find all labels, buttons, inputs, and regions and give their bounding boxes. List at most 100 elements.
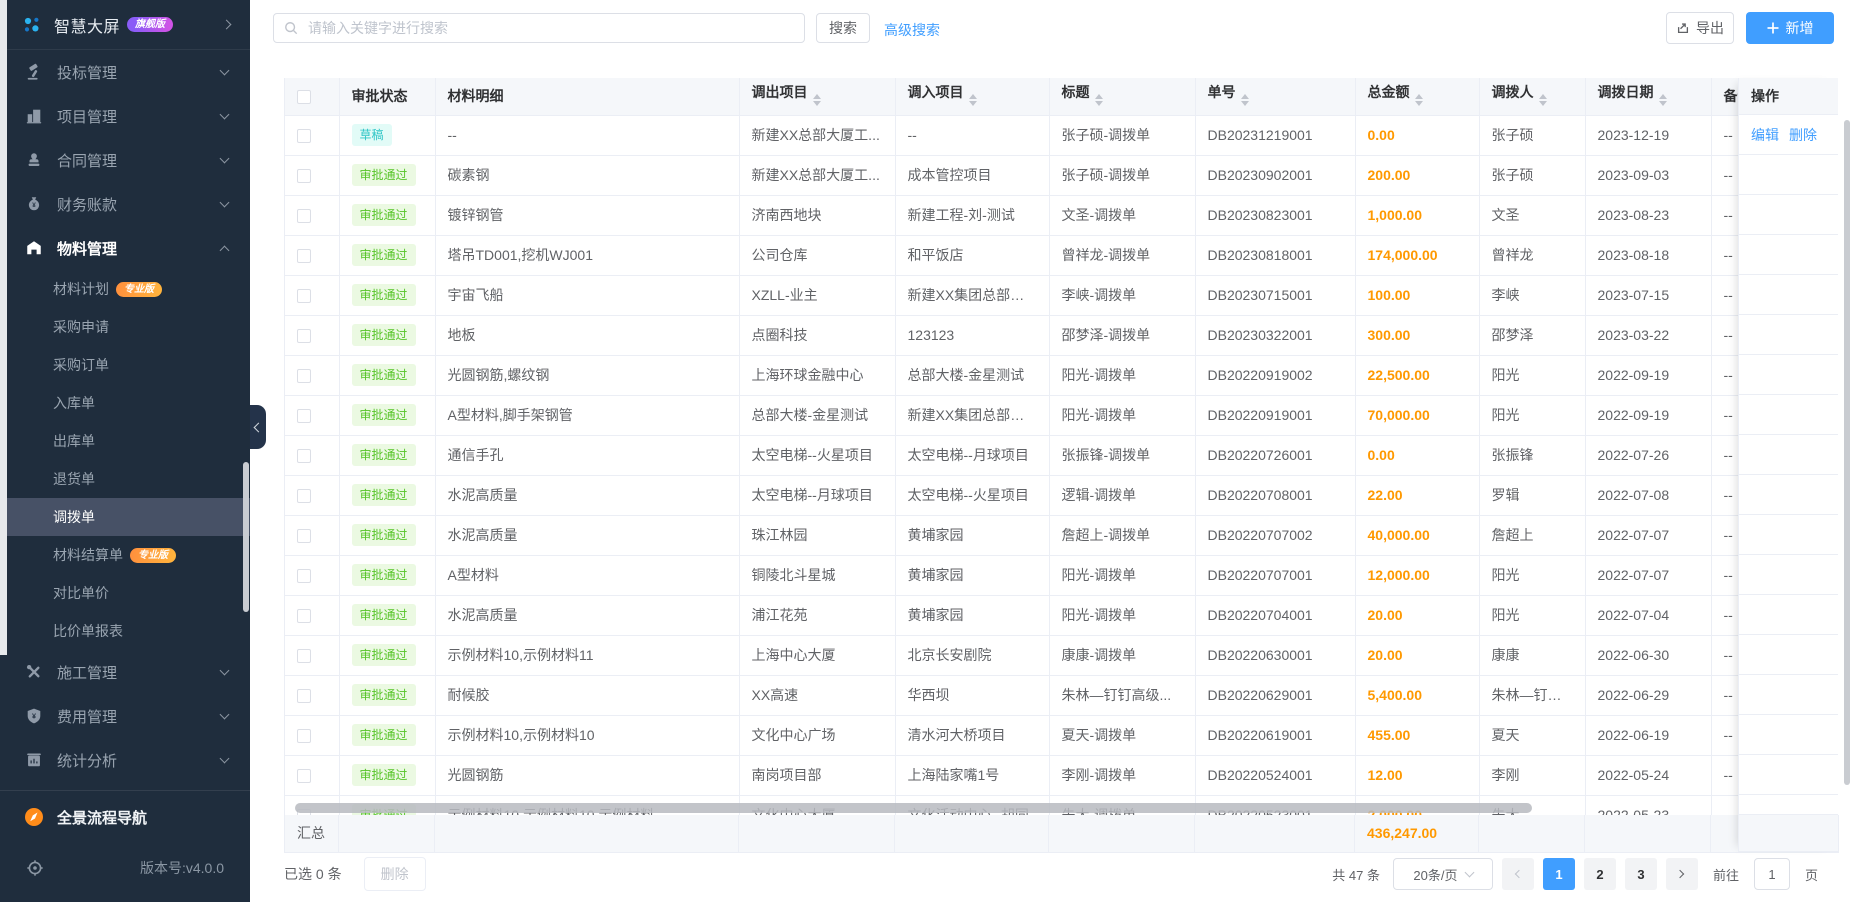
row-checkbox[interactable] <box>297 729 311 743</box>
select-all-checkbox[interactable] <box>297 90 311 104</box>
col-date[interactable]: 调拨日期 <box>1585 78 1711 115</box>
sidebar-item-施工管理[interactable]: 施工管理 <box>0 650 250 694</box>
row-checkbox[interactable] <box>297 129 311 143</box>
col-out-project[interactable]: 调出项目 <box>739 78 895 115</box>
sort-icon[interactable] <box>969 90 977 110</box>
sort-icon[interactable] <box>1241 90 1249 110</box>
cell-date: 2022-06-30 <box>1585 635 1711 675</box>
row-checkbox[interactable] <box>297 249 311 263</box>
col-amount[interactable]: 总金额 <box>1355 78 1479 115</box>
cell-title: 邵梦泽-调拨单 <box>1049 315 1195 355</box>
delete-button[interactable]: 删除 <box>364 857 426 891</box>
row-checkbox[interactable] <box>297 169 311 183</box>
col-order-no[interactable]: 单号 <box>1195 78 1355 115</box>
sidebar-scrollbar-thumb[interactable] <box>243 462 249 612</box>
sidebar-subitem-调拨单[interactable]: 调拨单 <box>0 498 250 536</box>
gear-icon[interactable] <box>26 859 44 877</box>
col-person[interactable]: 调拨人 <box>1479 78 1585 115</box>
sidebar-item-统计分析[interactable]: 统计分析 <box>0 738 250 782</box>
sidebar-subitem-入库单[interactable]: 入库单 <box>0 384 250 422</box>
row-checkbox[interactable] <box>297 409 311 423</box>
vertical-scrollbar-thumb[interactable] <box>1844 120 1850 785</box>
sidebar-subitem-对比单价[interactable]: 对比单价 <box>0 574 250 612</box>
row-checkbox[interactable] <box>297 769 311 783</box>
col-in-project[interactable]: 调入项目 <box>895 78 1049 115</box>
table-row: 审批通过 光圆钢筋,螺纹钢 上海环球金融中心 总部大楼-金星测试 阳光-调拨单 … <box>285 355 1838 395</box>
goto-page-input[interactable] <box>1754 858 1790 890</box>
cell-amount: 300.00 <box>1355 315 1479 355</box>
status-badge: 审批通过 <box>352 404 416 426</box>
col-title[interactable]: 标题 <box>1049 78 1195 115</box>
cell-person: 李峡 <box>1479 275 1585 315</box>
row-checkbox[interactable] <box>297 369 311 383</box>
sidebar-item-label: 财务账款 <box>57 194 117 215</box>
prev-page-button[interactable] <box>1502 858 1534 890</box>
row-checkbox[interactable] <box>297 609 311 623</box>
sort-icon[interactable] <box>1415 90 1423 110</box>
table-row: 审批通过 水泥高质量 浦江花苑 黄埔家园 阳光-调拨单 DB2022070400… <box>285 595 1838 635</box>
operation-cell <box>1739 235 1838 275</box>
sort-icon[interactable] <box>1539 90 1547 110</box>
cell-material: 碳素钢 <box>435 155 739 195</box>
page-button-3[interactable]: 3 <box>1625 858 1657 890</box>
sidebar-item-物料管理[interactable]: 物料管理 <box>0 226 250 270</box>
sidebar-item-费用管理[interactable]: ¥ 费用管理 <box>0 694 250 738</box>
sidebar-subitem-退货单[interactable]: 退货单 <box>0 460 250 498</box>
cell-amount: 200.00 <box>1355 155 1479 195</box>
row-checkbox[interactable] <box>297 649 311 663</box>
sidebar-submenu: 材料计划 专业版 采购申请 采购订单 入库单 出库单 退货单 调拨单 材料结算单… <box>0 270 250 650</box>
left-scrollbar-track[interactable] <box>0 0 7 655</box>
sidebar-subitem-材料计划[interactable]: 材料计划 专业版 <box>0 270 250 308</box>
cell-order-no: DB20220704001 <box>1195 595 1355 635</box>
delete-link[interactable]: 删除 <box>1789 125 1817 145</box>
sidebar-item-项目管理[interactable]: 项目管理 <box>0 94 250 138</box>
table-row: 审批通过 镀锌钢管 济南西地块 新建工程-刘-测试 文圣-调拨单 DB20230… <box>285 195 1838 235</box>
sidebar-subitem-材料结算单[interactable]: 材料结算单 专业版 <box>0 536 250 574</box>
cell-in-project: -- <box>895 115 1049 155</box>
status-badge: 审批通过 <box>352 324 416 346</box>
row-checkbox[interactable] <box>297 449 311 463</box>
row-checkbox[interactable] <box>297 529 311 543</box>
cell-title: 阳光-调拨单 <box>1049 555 1195 595</box>
export-button[interactable]: 导出 <box>1666 12 1734 44</box>
edit-link[interactable]: 编辑 <box>1751 125 1779 145</box>
sidebar-subitem-出库单[interactable]: 出库单 <box>0 422 250 460</box>
row-checkbox[interactable] <box>297 489 311 503</box>
sidebar-item-合同管理[interactable]: 合同管理 <box>0 138 250 182</box>
sidebar-subitem-比价单报表[interactable]: 比价单报表 <box>0 612 250 650</box>
row-checkbox[interactable] <box>297 689 311 703</box>
search-button[interactable]: 搜索 <box>816 13 870 43</box>
page-button-1[interactable]: 1 <box>1543 858 1575 890</box>
sidebar-subitem-采购申请[interactable]: 采购申请 <box>0 308 250 346</box>
cell-order-no: DB20220630001 <box>1195 635 1355 675</box>
cell-in-project: 新建XX集团总部工程 <box>895 275 1049 315</box>
sidebar-item-财务账款[interactable]: ¥ 财务账款 <box>0 182 250 226</box>
row-checkbox[interactable] <box>297 329 311 343</box>
page-button-2[interactable]: 2 <box>1584 858 1616 890</box>
sort-icon[interactable] <box>813 90 821 110</box>
chevron-left-icon <box>253 422 263 432</box>
row-checkbox[interactable] <box>297 569 311 583</box>
sort-icon[interactable] <box>1095 90 1103 110</box>
row-checkbox[interactable] <box>297 289 311 303</box>
next-page-button[interactable] <box>1666 858 1698 890</box>
search-input[interactable] <box>306 19 794 37</box>
sidebar-logo-row[interactable]: 智慧大屏 旗舰版 <box>0 0 250 50</box>
operation-cell <box>1739 435 1838 475</box>
cell-person: 李刚 <box>1479 755 1585 795</box>
cell-person: 阳光 <box>1479 395 1585 435</box>
page-size-select[interactable]: 20条/页 <box>1393 858 1493 890</box>
sidebar-collapse-button[interactable] <box>250 405 266 449</box>
sidebar-item-panorama-nav[interactable]: 全景流程导航 <box>0 791 250 843</box>
cell-amount: 12,000.00 <box>1355 555 1479 595</box>
horizontal-scrollbar-thumb[interactable] <box>295 803 1532 813</box>
row-checkbox[interactable] <box>297 209 311 223</box>
sidebar-item-投标管理[interactable]: 投标管理 <box>0 50 250 94</box>
sidebar-subitem-采购订单[interactable]: 采购订单 <box>0 346 250 384</box>
sort-icon[interactable] <box>1659 90 1667 110</box>
chevron-down-icon <box>1464 868 1474 878</box>
cell-order-no: DB20220629001 <box>1195 675 1355 715</box>
add-button[interactable]: 新增 <box>1746 12 1834 44</box>
advanced-search-link[interactable]: 高级搜索 <box>884 20 940 40</box>
cell-out-project: 济南西地块 <box>739 195 895 235</box>
